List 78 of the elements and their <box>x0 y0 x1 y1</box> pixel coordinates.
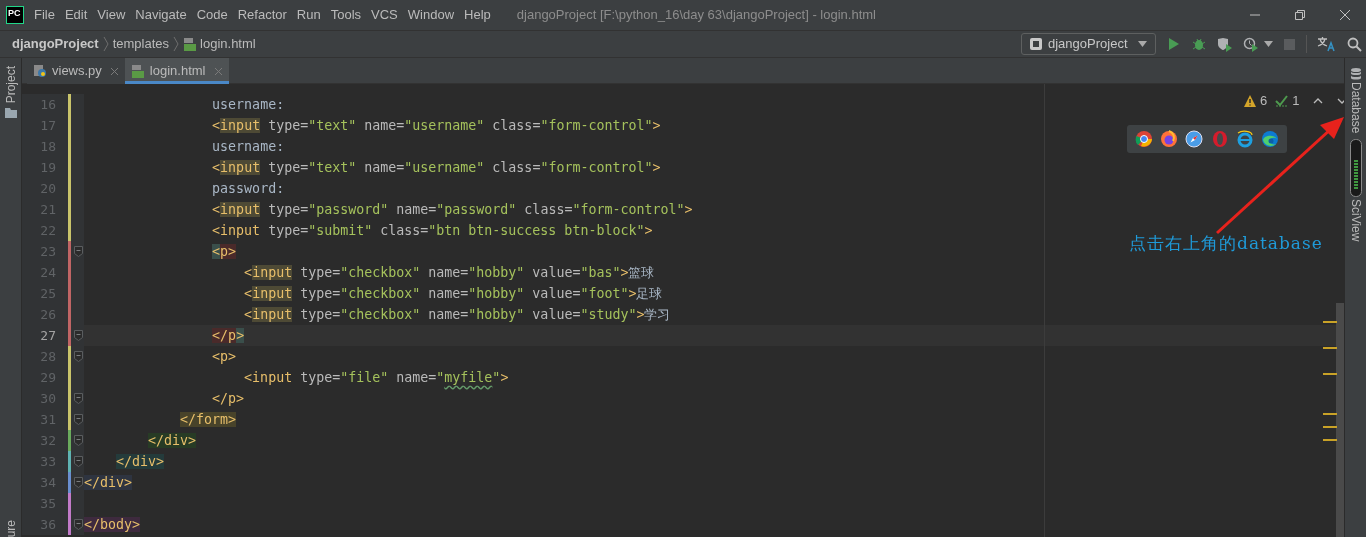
breadcrumb-item[interactable]: djangoProject <box>12 34 99 54</box>
fold-icon[interactable] <box>74 435 83 446</box>
html-file-icon <box>130 64 145 78</box>
search-icon[interactable] <box>1347 36 1362 52</box>
code-line: password: <box>212 180 285 198</box>
code-line: username: <box>212 138 285 156</box>
translate-icon[interactable] <box>1317 36 1335 52</box>
close-icon[interactable] <box>109 66 119 76</box>
menu-item[interactable]: Run <box>291 5 326 25</box>
annotation-text: 点击右上角的database <box>1129 232 1323 255</box>
fold-icon[interactable] <box>74 477 83 488</box>
compass-icon[interactable] <box>1185 130 1204 148</box>
code-line: </p> <box>212 327 245 345</box>
menu-item[interactable]: VCS <box>366 5 403 25</box>
code-line: </p> <box>212 390 245 408</box>
caret-icon[interactable] <box>1264 41 1273 47</box>
menu-item[interactable]: Navigate <box>130 5 192 25</box>
breadcrumb-item[interactable]: login.html <box>200 34 256 54</box>
fold-icon[interactable] <box>74 246 83 257</box>
code-line: <input type="text" name="username" class="form-control"> <box>212 117 661 135</box>
fold-icon[interactable] <box>74 456 83 467</box>
menu-item[interactable]: File <box>29 5 60 25</box>
browser-icon[interactable] <box>1134 130 1153 148</box>
check-icon[interactable] <box>1275 94 1289 107</box>
code-line: <p> <box>212 348 237 366</box>
browser-icon[interactable] <box>1261 130 1280 148</box>
run-configuration-dropdown[interactable]: djangoProject <box>1021 33 1156 55</box>
close-icon[interactable] <box>1339 9 1351 21</box>
html-file-icon <box>183 37 198 51</box>
chevron-icon <box>102 36 109 52</box>
folder-icon <box>4 108 17 119</box>
code-line: <input type="checkbox" name="hobby" value="foot">足球 <box>244 285 663 303</box>
tool-window-label[interactable]: Project <box>1 66 20 104</box>
warning-icon[interactable] <box>1244 94 1256 107</box>
code-line: <input type="file" name="myfile"> <box>244 369 509 387</box>
tool-window-label[interactable]: Database <box>1346 82 1365 134</box>
menu-item[interactable]: Code <box>191 5 233 25</box>
code-line: <input type="submit" class="btn btn-success btn-block"> <box>212 222 653 240</box>
code-line: <input type="checkbox" name="hobby" value="study">学习 <box>244 306 671 324</box>
fold-icon[interactable] <box>74 414 83 425</box>
menu-item[interactable]: View <box>92 5 131 25</box>
tool-window-label[interactable]: ure <box>3 519 18 537</box>
fold-icon[interactable] <box>74 519 83 530</box>
browser-icon[interactable] <box>1160 130 1178 148</box>
django-icon <box>1030 38 1042 50</box>
fold-icon[interactable] <box>74 330 83 341</box>
line-number: 27 <box>39 326 56 345</box>
shield-run-icon[interactable] <box>1217 36 1233 52</box>
profiler-icon[interactable] <box>1243 36 1259 52</box>
run-icon[interactable] <box>1168 37 1180 51</box>
menu-item[interactable]: Window <box>402 5 460 25</box>
app-logo: PC <box>6 6 24 24</box>
restore-icon[interactable] <box>1294 9 1306 21</box>
menu-item[interactable]: Refactor <box>232 5 292 25</box>
menu-item[interactable]: Tools <box>325 5 367 25</box>
code-line: <input type="text" name="username" class="form-control"> <box>212 159 661 177</box>
bug-icon[interactable] <box>1192 37 1206 51</box>
weak-warning-count[interactable]: 1 <box>1292 91 1300 111</box>
chevron-icon <box>173 36 180 52</box>
database-icon <box>1350 68 1361 80</box>
warning-count[interactable]: 6 <box>1260 91 1268 111</box>
tool-window-label[interactable]: SciView <box>1346 199 1365 242</box>
menu-item[interactable]: Help <box>459 5 496 25</box>
fold-icon[interactable] <box>74 351 83 362</box>
window-title: djangoProject [F:\python_16\day 63\djangoProject] - login.html <box>516 6 876 25</box>
chevron-up-icon[interactable] <box>1313 97 1324 104</box>
code-line: <input type="password" name="password" class="form-control"> <box>212 201 693 219</box>
editor-tab[interactable]: login.html <box>124 58 229 84</box>
code-line: <input type="checkbox" name="hobby" value="bas">篮球 <box>244 264 655 282</box>
breadcrumb-item[interactable]: templates <box>112 34 170 54</box>
meter-icon <box>1349 139 1362 198</box>
menu-item[interactable]: Edit <box>59 5 93 25</box>
python-file-icon <box>33 64 47 78</box>
code-line: <p> <box>212 243 237 261</box>
browser-icon[interactable] <box>1235 130 1254 148</box>
fold-icon[interactable] <box>74 393 83 404</box>
caret-icon <box>1138 41 1147 47</box>
code-line: username: <box>212 96 285 114</box>
